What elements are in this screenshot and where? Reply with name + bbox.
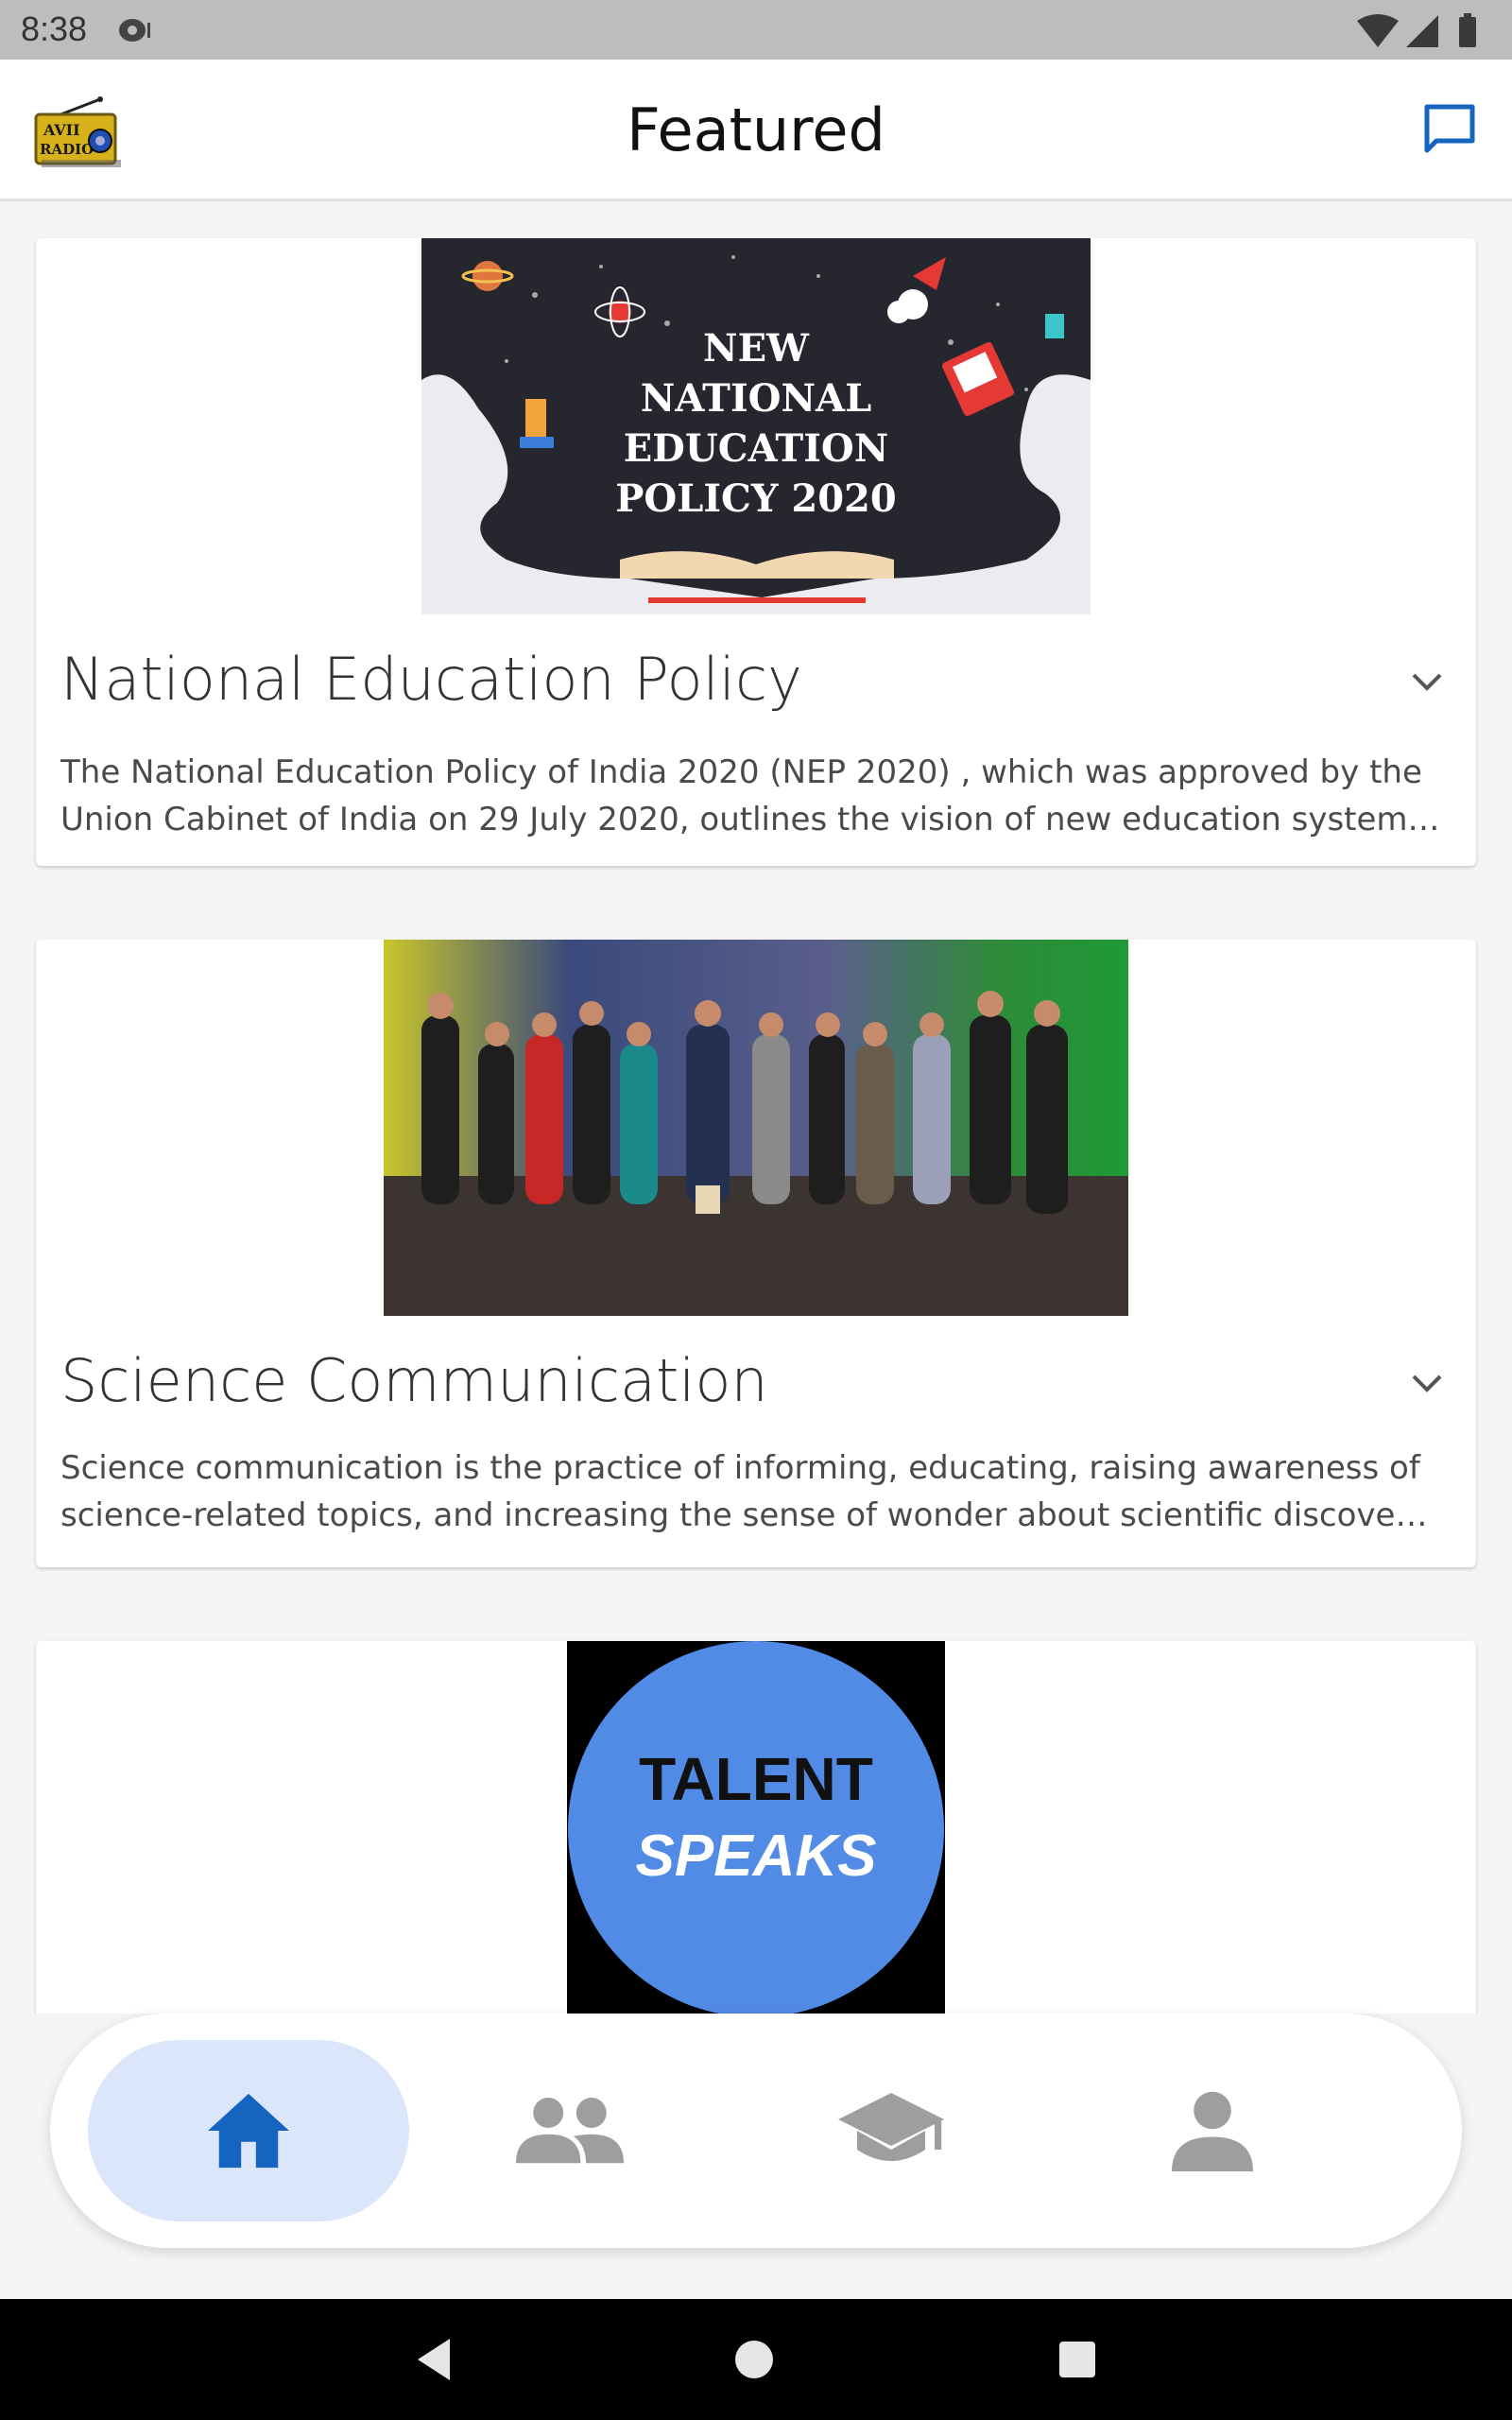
feature-card-talent[interactable]: TALENT SPEAKS bbox=[36, 1641, 1476, 2014]
bottom-navigation bbox=[50, 2014, 1462, 2248]
chat-icon[interactable] bbox=[1419, 99, 1480, 160]
card-description: The National Education Policy of India 2… bbox=[60, 753, 1440, 838]
svg-text:TALENT: TALENT bbox=[639, 1745, 873, 1813]
back-icon[interactable] bbox=[406, 2331, 463, 2388]
svg-text:SPEAKS: SPEAKS bbox=[636, 1824, 877, 1889]
nav-people[interactable] bbox=[409, 2040, 730, 2221]
status-time: 8:38 bbox=[21, 9, 88, 48]
home-icon bbox=[208, 2093, 289, 2169]
feature-card-science[interactable]: Science Communication Science communicat… bbox=[36, 940, 1476, 1567]
notification-icon bbox=[119, 19, 150, 42]
svg-text:POLICY 2020: POLICY 2020 bbox=[615, 476, 896, 521]
recents-icon[interactable] bbox=[1049, 2331, 1106, 2388]
system-navigation-bar bbox=[0, 2299, 1512, 2420]
nav-profile[interactable] bbox=[1052, 2040, 1373, 2221]
card-image-talent: TALENT SPEAKS bbox=[567, 1641, 945, 2014]
battery-icon bbox=[1459, 17, 1476, 47]
svg-text:EDUCATION: EDUCATION bbox=[624, 426, 889, 471]
chevron-down-icon[interactable] bbox=[1406, 1363, 1448, 1405]
featured-feed[interactable]: NEW NATIONAL EDUCATION POLICY 2020 Natio… bbox=[0, 204, 1512, 2014]
chevron-down-icon[interactable] bbox=[1406, 662, 1448, 703]
school-icon bbox=[838, 2093, 944, 2161]
svg-text:NEW: NEW bbox=[703, 326, 810, 371]
card-title: National Education Policy bbox=[60, 645, 802, 714]
page-title: Featured bbox=[627, 95, 885, 164]
card-title: Science Communication bbox=[60, 1346, 768, 1415]
nav-home[interactable] bbox=[88, 2040, 409, 2221]
card-description: Science communication is the practice of… bbox=[60, 1449, 1440, 1534]
status-bar: 8:38 bbox=[0, 0, 1512, 60]
person-icon bbox=[1172, 2091, 1253, 2171]
home-button-icon[interactable] bbox=[726, 2331, 782, 2388]
signal-icon bbox=[1406, 15, 1438, 47]
status-icons bbox=[1357, 13, 1476, 47]
wifi-icon bbox=[1357, 14, 1399, 47]
app-bar: AVII RADIO Featured bbox=[0, 60, 1512, 201]
card-image-nep: NEW NATIONAL EDUCATION POLICY 2020 bbox=[421, 238, 1091, 614]
nav-courses[interactable] bbox=[730, 2040, 1052, 2221]
card-image-science bbox=[384, 940, 1128, 1316]
people-icon bbox=[516, 2098, 624, 2164]
feature-card-nep[interactable]: NEW NATIONAL EDUCATION POLICY 2020 Natio… bbox=[36, 238, 1476, 866]
svg-text:NATIONAL: NATIONAL bbox=[641, 376, 871, 421]
